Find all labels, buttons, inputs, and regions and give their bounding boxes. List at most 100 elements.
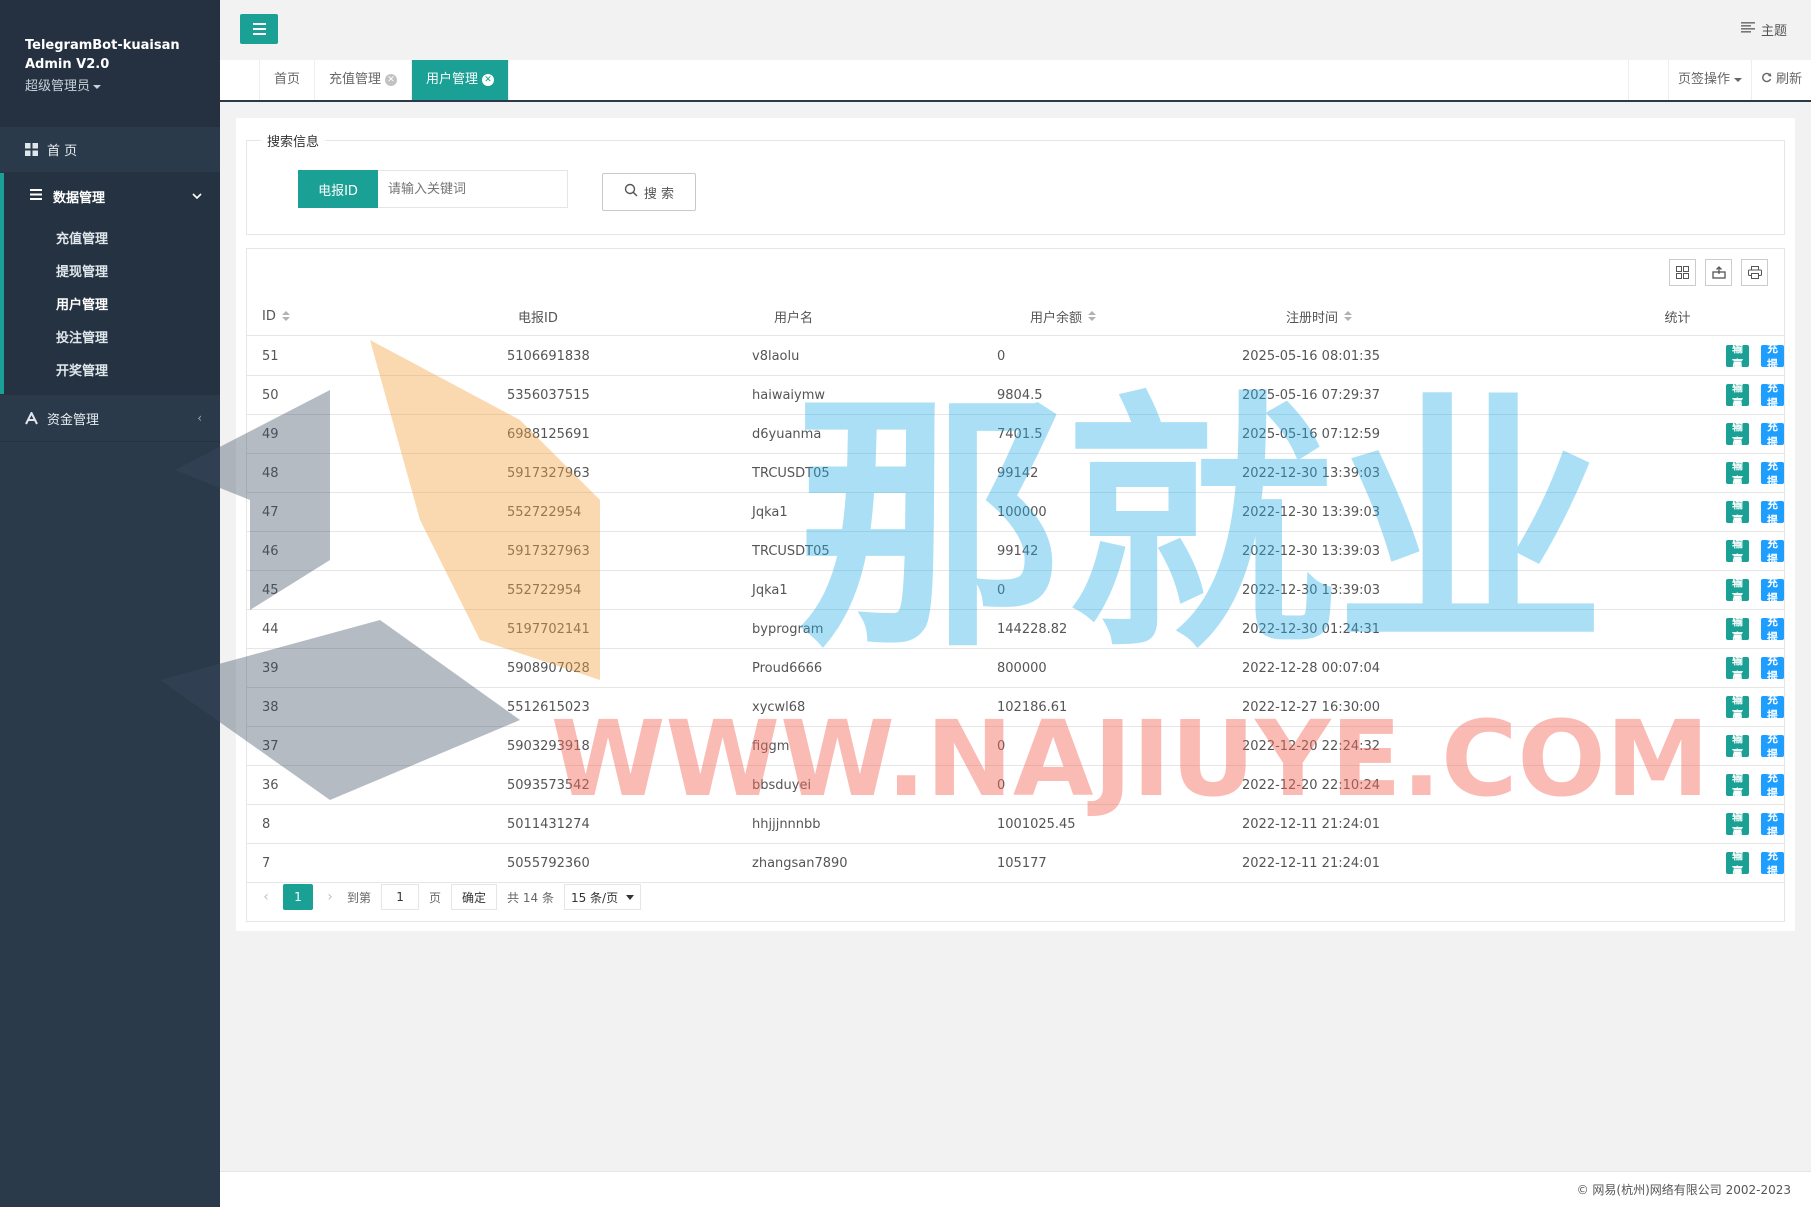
table-row: 45 552722954 Jqka1 0 2022-12-30 13:39:03 输赢 充提 <box>247 571 1784 610</box>
cell-balance: 0 <box>997 738 1006 754</box>
deposit-withdraw-button[interactable]: 充提 <box>1761 498 1784 527</box>
deposit-withdraw-button[interactable]: 充提 <box>1761 849 1784 878</box>
cell-actions: 输赢 充提 <box>1514 459 1784 488</box>
win-loss-button[interactable]: 输赢 <box>1726 459 1749 488</box>
deposit-withdraw-button[interactable]: 充提 <box>1761 732 1784 761</box>
win-loss-button[interactable]: 输赢 <box>1726 420 1749 449</box>
prev-page-icon[interactable]: ‹ <box>259 889 273 905</box>
columns-filter-button[interactable] <box>1669 259 1696 286</box>
sidebar-item-users[interactable]: 用户管理 <box>4 289 220 322</box>
tabs-scroll-left[interactable] <box>220 60 260 100</box>
chevron-left-icon: ‹ <box>197 411 202 425</box>
deposit-withdraw-button[interactable]: 充提 <box>1761 420 1784 449</box>
deposit-withdraw-button[interactable]: 充提 <box>1761 615 1784 644</box>
close-icon[interactable]: ✕ <box>482 74 495 86</box>
cell-balance: 144228.82 <box>997 621 1068 637</box>
caret-down-icon <box>93 84 102 89</box>
col-stats: 统计 <box>1571 307 1784 326</box>
sort-icon[interactable] <box>1088 311 1097 321</box>
theme-label: 主题 <box>1760 24 1787 39</box>
col-balance[interactable]: 用户余额 <box>1015 307 1271 326</box>
role-dropdown[interactable]: 超级管理员 <box>25 75 220 94</box>
sidebar-item-recharge[interactable]: 充值管理 <box>4 223 220 256</box>
page-size-select[interactable]: 15 条/页 <box>563 884 642 910</box>
close-icon[interactable]: ✕ <box>385 74 398 86</box>
cell-username: v8laolu <box>752 348 800 364</box>
brand: TelegramBot-kuaisan Admin V2.0 超级管理员 <box>0 0 220 127</box>
win-loss-button[interactable]: 输赢 <box>1726 732 1749 761</box>
sidebar-item-home[interactable]: 首 页 <box>0 127 220 173</box>
sidebar-group-data[interactable]: 数据管理 <box>0 173 220 219</box>
deposit-withdraw-button[interactable]: 充提 <box>1761 459 1784 488</box>
search-button[interactable]: 搜 索 <box>602 173 696 211</box>
deposit-withdraw-button[interactable]: 充提 <box>1761 771 1784 800</box>
grid-icon <box>24 143 38 156</box>
sidebar-item-funds[interactable]: 资金管理 ‹ <box>0 394 220 442</box>
tabs-scroll-right[interactable] <box>1627 60 1668 100</box>
cell-id: 45 <box>262 582 279 598</box>
sort-icon[interactable] <box>281 311 290 321</box>
win-loss-button[interactable]: 输赢 <box>1726 810 1749 839</box>
win-loss-button[interactable]: 输赢 <box>1726 771 1749 800</box>
cell-actions: 输赢 充提 <box>1514 498 1784 527</box>
win-loss-button[interactable]: 输赢 <box>1726 381 1749 410</box>
page-current[interactable]: 1 <box>283 884 313 910</box>
tab-users[interactable]: 用户管理 ✕ <box>412 60 510 100</box>
col-id[interactable]: ID <box>247 309 503 324</box>
goto-confirm-button[interactable]: 确定 <box>451 884 498 910</box>
win-loss-button[interactable]: 输赢 <box>1726 615 1749 644</box>
win-loss-button[interactable]: 输赢 <box>1726 498 1749 527</box>
cell-telegram-id: 5055792360 <box>507 855 590 871</box>
cell-register-time: 2022-12-20 22:24:32 <box>1242 738 1381 754</box>
search-input[interactable] <box>378 170 568 208</box>
deposit-withdraw-button[interactable]: 充提 <box>1761 654 1784 683</box>
cell-actions: 输赢 充提 <box>1514 654 1784 683</box>
deposit-withdraw-button[interactable]: 充提 <box>1761 810 1784 839</box>
table-body: 51 5106691838 v8laolu 0 2025-05-16 08:01:35 输… <box>247 337 1784 883</box>
deposit-withdraw-button[interactable]: 充提 <box>1761 342 1784 371</box>
page-ops-dropdown[interactable]: 页签操作 <box>1667 60 1751 100</box>
sidebar-item-draws[interactable]: 开奖管理 <box>4 355 220 388</box>
deposit-withdraw-button[interactable]: 充提 <box>1761 576 1784 605</box>
win-loss-button[interactable]: 输赢 <box>1726 342 1749 371</box>
sidebar: TelegramBot-kuaisan Admin V2.0 超级管理员 首 页… <box>0 0 220 1207</box>
top-header: 主题 <box>220 0 1811 60</box>
win-loss-button[interactable]: 输赢 <box>1726 693 1749 722</box>
win-loss-button[interactable]: 输赢 <box>1726 654 1749 683</box>
cell-balance: 800000 <box>997 660 1047 676</box>
columns-icon <box>1676 266 1689 279</box>
win-loss-button[interactable]: 输赢 <box>1726 537 1749 566</box>
col-register-time[interactable]: 注册时间 <box>1271 307 1571 326</box>
cell-register-time: 2022-12-30 13:39:03 <box>1242 543 1381 559</box>
refresh-icon <box>1761 60 1772 100</box>
goto-page-input[interactable] <box>381 884 420 910</box>
print-button[interactable] <box>1741 259 1768 286</box>
sidebar-item-label: 首 页 <box>47 144 78 159</box>
deposit-withdraw-button[interactable]: 充提 <box>1761 381 1784 410</box>
total-count: 共 14 条 <box>507 890 554 905</box>
sort-icon[interactable] <box>1344 311 1353 321</box>
theme-button[interactable]: 主题 <box>1740 20 1787 39</box>
win-loss-button[interactable]: 输赢 <box>1726 849 1749 878</box>
cell-actions: 输赢 充提 <box>1514 615 1784 644</box>
sidebar-item-withdraw[interactable]: 提现管理 <box>4 256 220 289</box>
next-page-icon[interactable]: › <box>323 889 337 905</box>
table-header: ID 电报ID 用户名 用户余额 注册时间 统计 <box>247 297 1784 336</box>
refresh-button[interactable]: 刷新 <box>1750 60 1811 100</box>
table-row: 37 5903293918 figgm 0 2022-12-20 22:24:32 输赢充… <box>247 727 1784 766</box>
cell-telegram-id: 5356037515 <box>507 387 590 403</box>
export-button[interactable] <box>1705 259 1732 286</box>
win-loss-button[interactable]: 输赢 <box>1726 576 1749 605</box>
brand-version: Admin V2.0 <box>25 57 110 72</box>
menu-toggle-button[interactable] <box>240 14 278 44</box>
tab-recharge[interactable]: 充值管理 ✕ <box>315 60 413 100</box>
cell-balance: 0 <box>997 348 1006 364</box>
page-unit-label: 页 <box>429 890 442 905</box>
tab-home[interactable]: 首页 <box>260 60 316 100</box>
deposit-withdraw-button[interactable]: 充提 <box>1761 537 1784 566</box>
deposit-withdraw-button[interactable]: 充提 <box>1761 693 1784 722</box>
cell-username: Proud6666 <box>752 660 823 676</box>
search-fieldset: 搜索信息 电报ID 搜 索 <box>246 131 1785 235</box>
cell-register-time: 2022-12-11 21:24:01 <box>1242 855 1381 871</box>
sidebar-item-bets[interactable]: 投注管理 <box>4 322 220 355</box>
